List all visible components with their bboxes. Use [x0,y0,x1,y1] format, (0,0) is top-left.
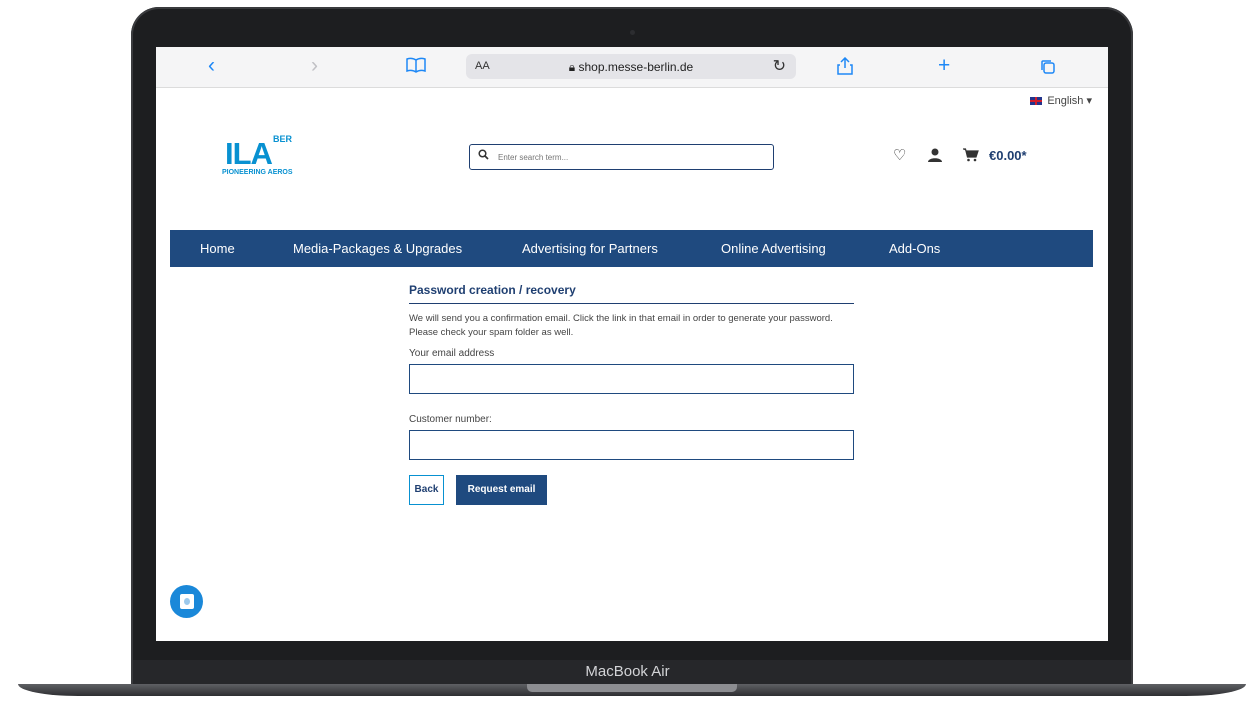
search-input[interactable] [498,149,758,165]
form-title: Password creation / recovery [409,283,854,304]
address-bar[interactable]: AA 🔒︎ shop.messe-berlin.de ↻ [466,54,796,79]
caret-down-icon: ▾ [1086,95,1092,107]
cart-icon[interactable] [962,148,979,166]
screen: ‹ › AA 🔒︎ shop.messe-berlin.de ↻ + Engli… [156,47,1108,641]
browser-toolbar: ‹ › AA 🔒︎ shop.messe-berlin.de ↻ + [156,47,1108,88]
laptop-notch [527,684,737,692]
email-field[interactable] [409,364,854,394]
wishlist-heart-icon[interactable]: ♡ [893,146,906,164]
search-icon[interactable] [478,149,489,163]
nav-item-home[interactable]: Home [200,241,235,256]
url-text: 🔒︎ shop.messe-berlin.de [466,60,796,75]
nav-item-media-packages[interactable]: Media-Packages & Upgrades [293,241,462,256]
uk-flag-icon [1030,97,1043,106]
chat-widget-button[interactable] [170,585,203,618]
search-box [469,144,774,170]
main-nav: Home Media-Packages & Upgrades Advertisi… [170,230,1093,267]
nav-item-online-advertising[interactable]: Online Advertising [721,241,826,256]
forward-arrow-icon[interactable]: › [311,55,318,77]
chat-icon [180,594,194,609]
tabs-icon[interactable] [1040,58,1056,80]
share-icon[interactable] [837,56,853,80]
logo-tagline: PIONEERING AEROS [222,169,293,176]
field-spacer [409,394,854,414]
reload-icon[interactable]: ↻ [773,56,786,76]
language-label: English [1047,95,1084,107]
button-row: Back Request email [409,475,854,505]
logo-superscript: BER [273,134,293,144]
nav-item-advertising-partners[interactable]: Advertising for Partners [522,241,658,256]
url-label: shop.messe-berlin.de [578,60,694,74]
cart-total[interactable]: €0.00* [989,148,1027,163]
nav-item-add-ons[interactable]: Add-Ons [889,241,940,256]
logo-main: ILA [225,136,273,171]
camera [630,30,635,35]
bookmarks-icon[interactable] [406,56,426,78]
request-email-button[interactable]: Request email [456,475,547,505]
password-recovery-form: Password creation / recovery We will sen… [409,283,854,505]
customer-number-field[interactable] [409,430,854,460]
device-label: MacBook Air [585,663,670,680]
language-selector[interactable]: English ▾ [1030,94,1092,107]
back-button[interactable]: Back [409,475,444,505]
lock-icon: 🔒︎ [568,60,576,74]
account-user-icon[interactable] [927,148,943,166]
form-description: We will send you a confirmation email. C… [409,313,833,338]
back-arrow-icon[interactable]: ‹ [208,55,215,77]
site-logo[interactable]: ILA BER PIONEERING AEROS [222,134,293,176]
email-label: Your email address [409,348,495,359]
customer-number-label: Customer number: [409,414,492,425]
new-tab-icon[interactable]: + [938,55,950,77]
